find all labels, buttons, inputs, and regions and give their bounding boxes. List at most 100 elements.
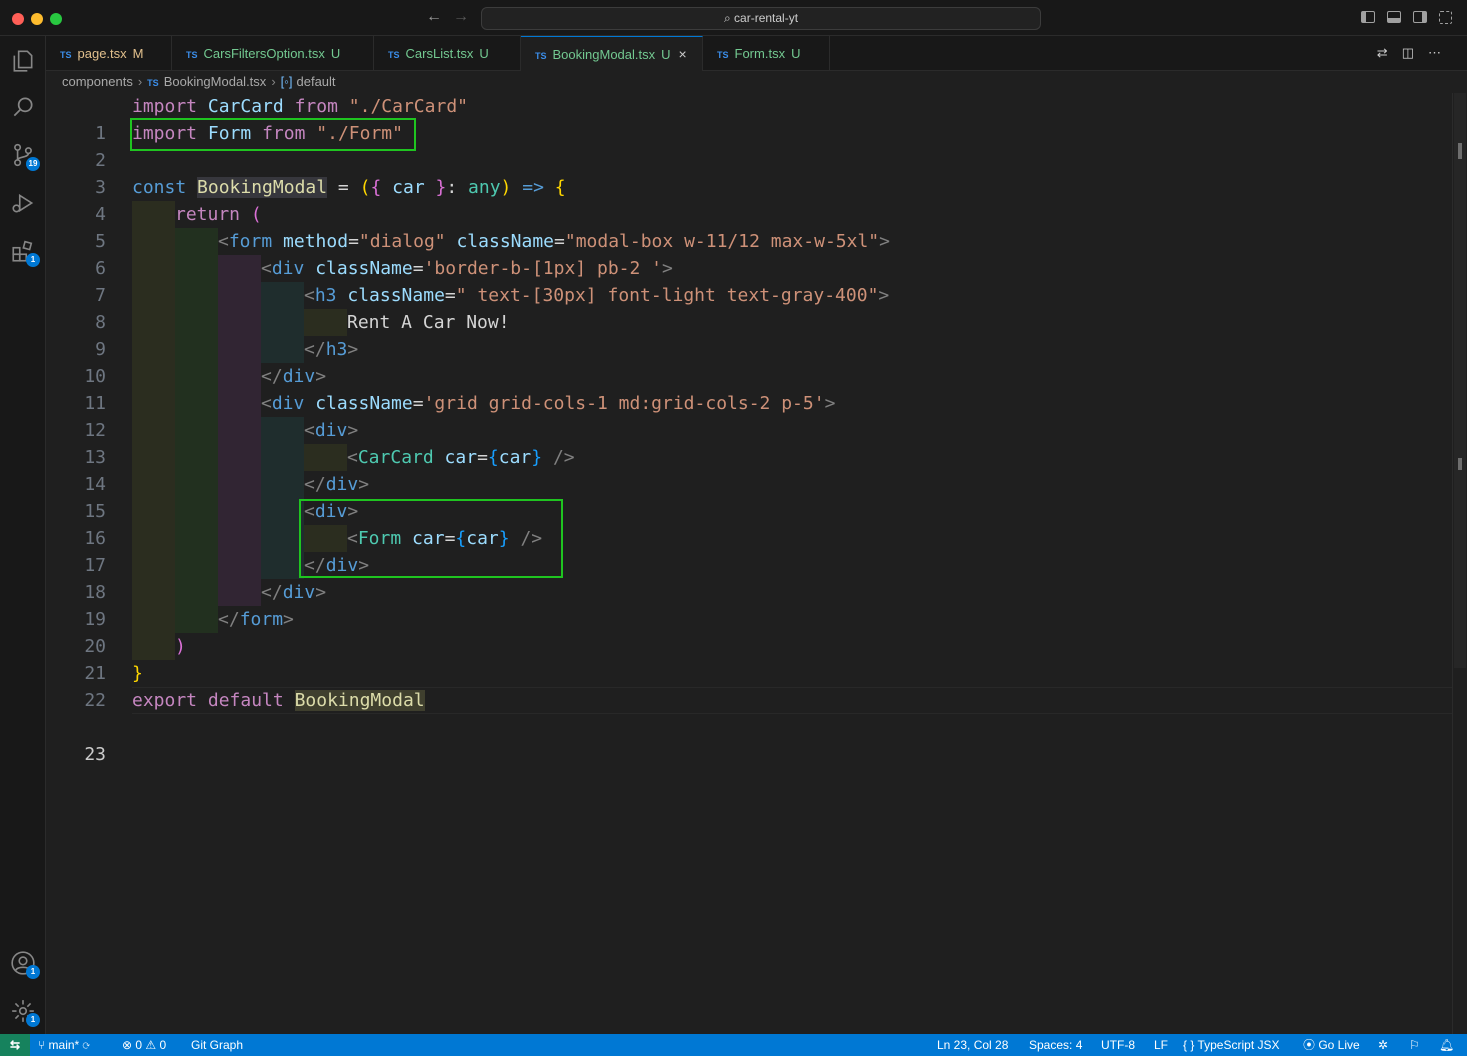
extensions-icon[interactable]: 1 [10, 238, 40, 267]
tab-form-tsx[interactable]: TS Form.tsx U [703, 36, 830, 71]
source-control-icon[interactable]: 19 [10, 142, 40, 171]
breadcrumb-symbol[interactable]: default [297, 74, 336, 89]
back-arrow-icon[interactable]: ← [426, 8, 442, 26]
tab-label: BookingModal.tsx [552, 47, 656, 62]
git-graph-button[interactable]: Git Graph [191, 1034, 243, 1056]
code-line: 19 </div> [46, 579, 1452, 630]
code-line-current: 23 export default BookingModal [46, 687, 1452, 765]
split-editor-icon[interactable]: ◫ [1402, 45, 1428, 60]
tab-label: CarsList.tsx [405, 46, 474, 61]
code-line: 20 </form> [46, 606, 1452, 657]
problems-status[interactable]: ⊗ 0 ⚠ 0 [122, 1034, 166, 1056]
git-status-badge: U [791, 46, 801, 61]
indentation-status[interactable]: Spaces: 4 [1029, 1034, 1082, 1056]
command-center-search[interactable]: ⌕ car-rental-yt [481, 7, 1041, 30]
chevron-right-icon: › [137, 74, 143, 89]
code-line: 3 [46, 147, 1452, 198]
code-line: 5 return ( [46, 201, 1452, 252]
cursor-position[interactable]: Ln 23, Col 28 [937, 1034, 1008, 1056]
eol-status[interactable]: LF [1154, 1034, 1168, 1056]
code-line: 1 import CarCard from "./CarCard" [46, 93, 1452, 144]
git-branch-icon: ⑂ [38, 1038, 49, 1052]
feedback-icon[interactable]: ⚐ [1409, 1034, 1420, 1056]
activity-bar: 19 1 1 1 [0, 36, 46, 1034]
forward-arrow-icon[interactable]: → [453, 8, 469, 26]
editor-actions: ⇄◫⋯ [1377, 45, 1455, 61]
git-status-badge: U [330, 46, 341, 61]
highlight-box-form-usage [299, 499, 563, 578]
code-line: 13 <div> [46, 417, 1452, 468]
settings-gear-icon[interactable]: 1 [10, 998, 40, 1027]
toggle-primary-sidebar-icon[interactable] [1361, 11, 1375, 23]
code-line: 18 </div> [46, 552, 1452, 603]
maximize-window-button[interactable] [50, 13, 62, 25]
search-icon: ⌕ [723, 11, 731, 25]
notifications-bell-icon[interactable]: 🔔︎ [1439, 1034, 1454, 1056]
tab-carslist-tsx[interactable]: TS CarsList.tsx U [374, 36, 521, 71]
more-actions-icon[interactable]: ⋯ [1428, 45, 1455, 60]
title-bar: ← → ⌕ car-rental-yt [0, 0, 1467, 36]
tab-bookingmodal-tsx[interactable]: TS BookingModal.tsx U × [521, 36, 703, 71]
encoding-status[interactable]: UTF-8 [1101, 1034, 1135, 1056]
accounts-badge: 1 [26, 965, 40, 979]
git-status-badge: M [132, 46, 144, 61]
code-line: 21 ) [46, 633, 1452, 684]
breadcrumb: components › TS BookingModal.tsx › [◦] default [46, 71, 1452, 93]
extensions-badge: 1 [26, 253, 40, 267]
overview-ruler-mark [1458, 458, 1462, 470]
typescript-icon: TS [60, 50, 72, 60]
overview-ruler-mark [1458, 143, 1462, 159]
symbol-variable-icon: [◦] [280, 74, 293, 89]
toggle-panel-icon[interactable] [1387, 11, 1401, 23]
remote-indicator-icon[interactable]: ⇆ [0, 1034, 30, 1056]
scrollbar-slider[interactable] [1454, 93, 1466, 668]
code-line: 8 <h3 className=" text-[30px] font-light… [46, 282, 1452, 333]
chevron-right-icon: › [271, 74, 276, 89]
tab-carsfiltersoption-tsx[interactable]: TS CarsFiltersOption.tsx U [172, 36, 374, 71]
typescript-icon: TS [147, 78, 159, 88]
typescript-icon: TS [535, 51, 547, 61]
git-status-badge: U [661, 47, 671, 62]
code-line: 9 Rent A Car Now! [46, 309, 1452, 360]
explorer-icon[interactable] [10, 48, 36, 74]
customize-layout-icon[interactable] [1439, 11, 1452, 24]
git-status-badge: U [479, 46, 489, 61]
breadcrumb-folder[interactable]: components [62, 74, 133, 89]
run-debug-icon[interactable] [10, 190, 36, 216]
code-line: 7 <div className='border-b-[1px] pb-2 '> [46, 255, 1452, 306]
code-line: 15 </div> [46, 471, 1452, 522]
toggle-secondary-sidebar-icon[interactable] [1413, 11, 1427, 23]
code-editor[interactable]: 1 import CarCard from "./CarCard" 2 impo… [46, 93, 1452, 1034]
error-icon: ⊗ [122, 1038, 136, 1052]
close-window-button[interactable] [12, 13, 24, 25]
warning-icon: ⚠ [145, 1038, 160, 1052]
branch-status[interactable]: ⑂ main* ⟳ [38, 1034, 90, 1056]
settings-badge: 1 [26, 1013, 40, 1027]
tab-label: page.tsx [77, 46, 127, 61]
language-mode[interactable]: { } TypeScript JSX [1183, 1034, 1280, 1056]
source-control-badge: 19 [26, 157, 40, 171]
close-tab-icon[interactable]: × [679, 46, 687, 62]
status-bar: ⇆ ⑂ main* ⟳ ⊗ 0 ⚠ 0 Git Graph Ln 23, Col… [0, 1034, 1467, 1056]
code-line: 11 </div> [46, 363, 1452, 414]
window-title: car-rental-yt [734, 11, 799, 25]
code-line: 17 <Form car={car} /> [46, 525, 1452, 576]
code-line: 12 <div className='grid grid-cols-1 md:g… [46, 390, 1452, 441]
sync-icon: ⟳ [82, 1038, 90, 1052]
breadcrumb-file[interactable]: BookingModal.tsx [164, 74, 267, 89]
accounts-icon[interactable]: 1 [10, 950, 40, 979]
code-line: 22 } [46, 660, 1452, 711]
tab-page-tsx[interactable]: TS page.tsx M [46, 36, 172, 71]
search-icon[interactable] [10, 94, 36, 120]
typescript-icon: TS [186, 50, 198, 60]
minimize-window-button[interactable] [31, 13, 43, 25]
editor-tab-bar: TS page.tsx M TS CarsFiltersOption.tsx U TS C… [46, 36, 1467, 71]
braces-icon: { } [1183, 1038, 1198, 1052]
code-line: 10 </h3> [46, 336, 1452, 387]
go-live-button[interactable]: ⦿ Go Live [1303, 1034, 1360, 1056]
copilot-icon[interactable]: ✲ [1378, 1034, 1388, 1056]
tab-label: CarsFiltersOption.tsx [203, 46, 325, 61]
open-changes-icon[interactable]: ⇄ [1377, 45, 1402, 60]
typescript-icon: TS [717, 50, 729, 60]
broadcast-icon: ⦿ [1303, 1038, 1319, 1052]
